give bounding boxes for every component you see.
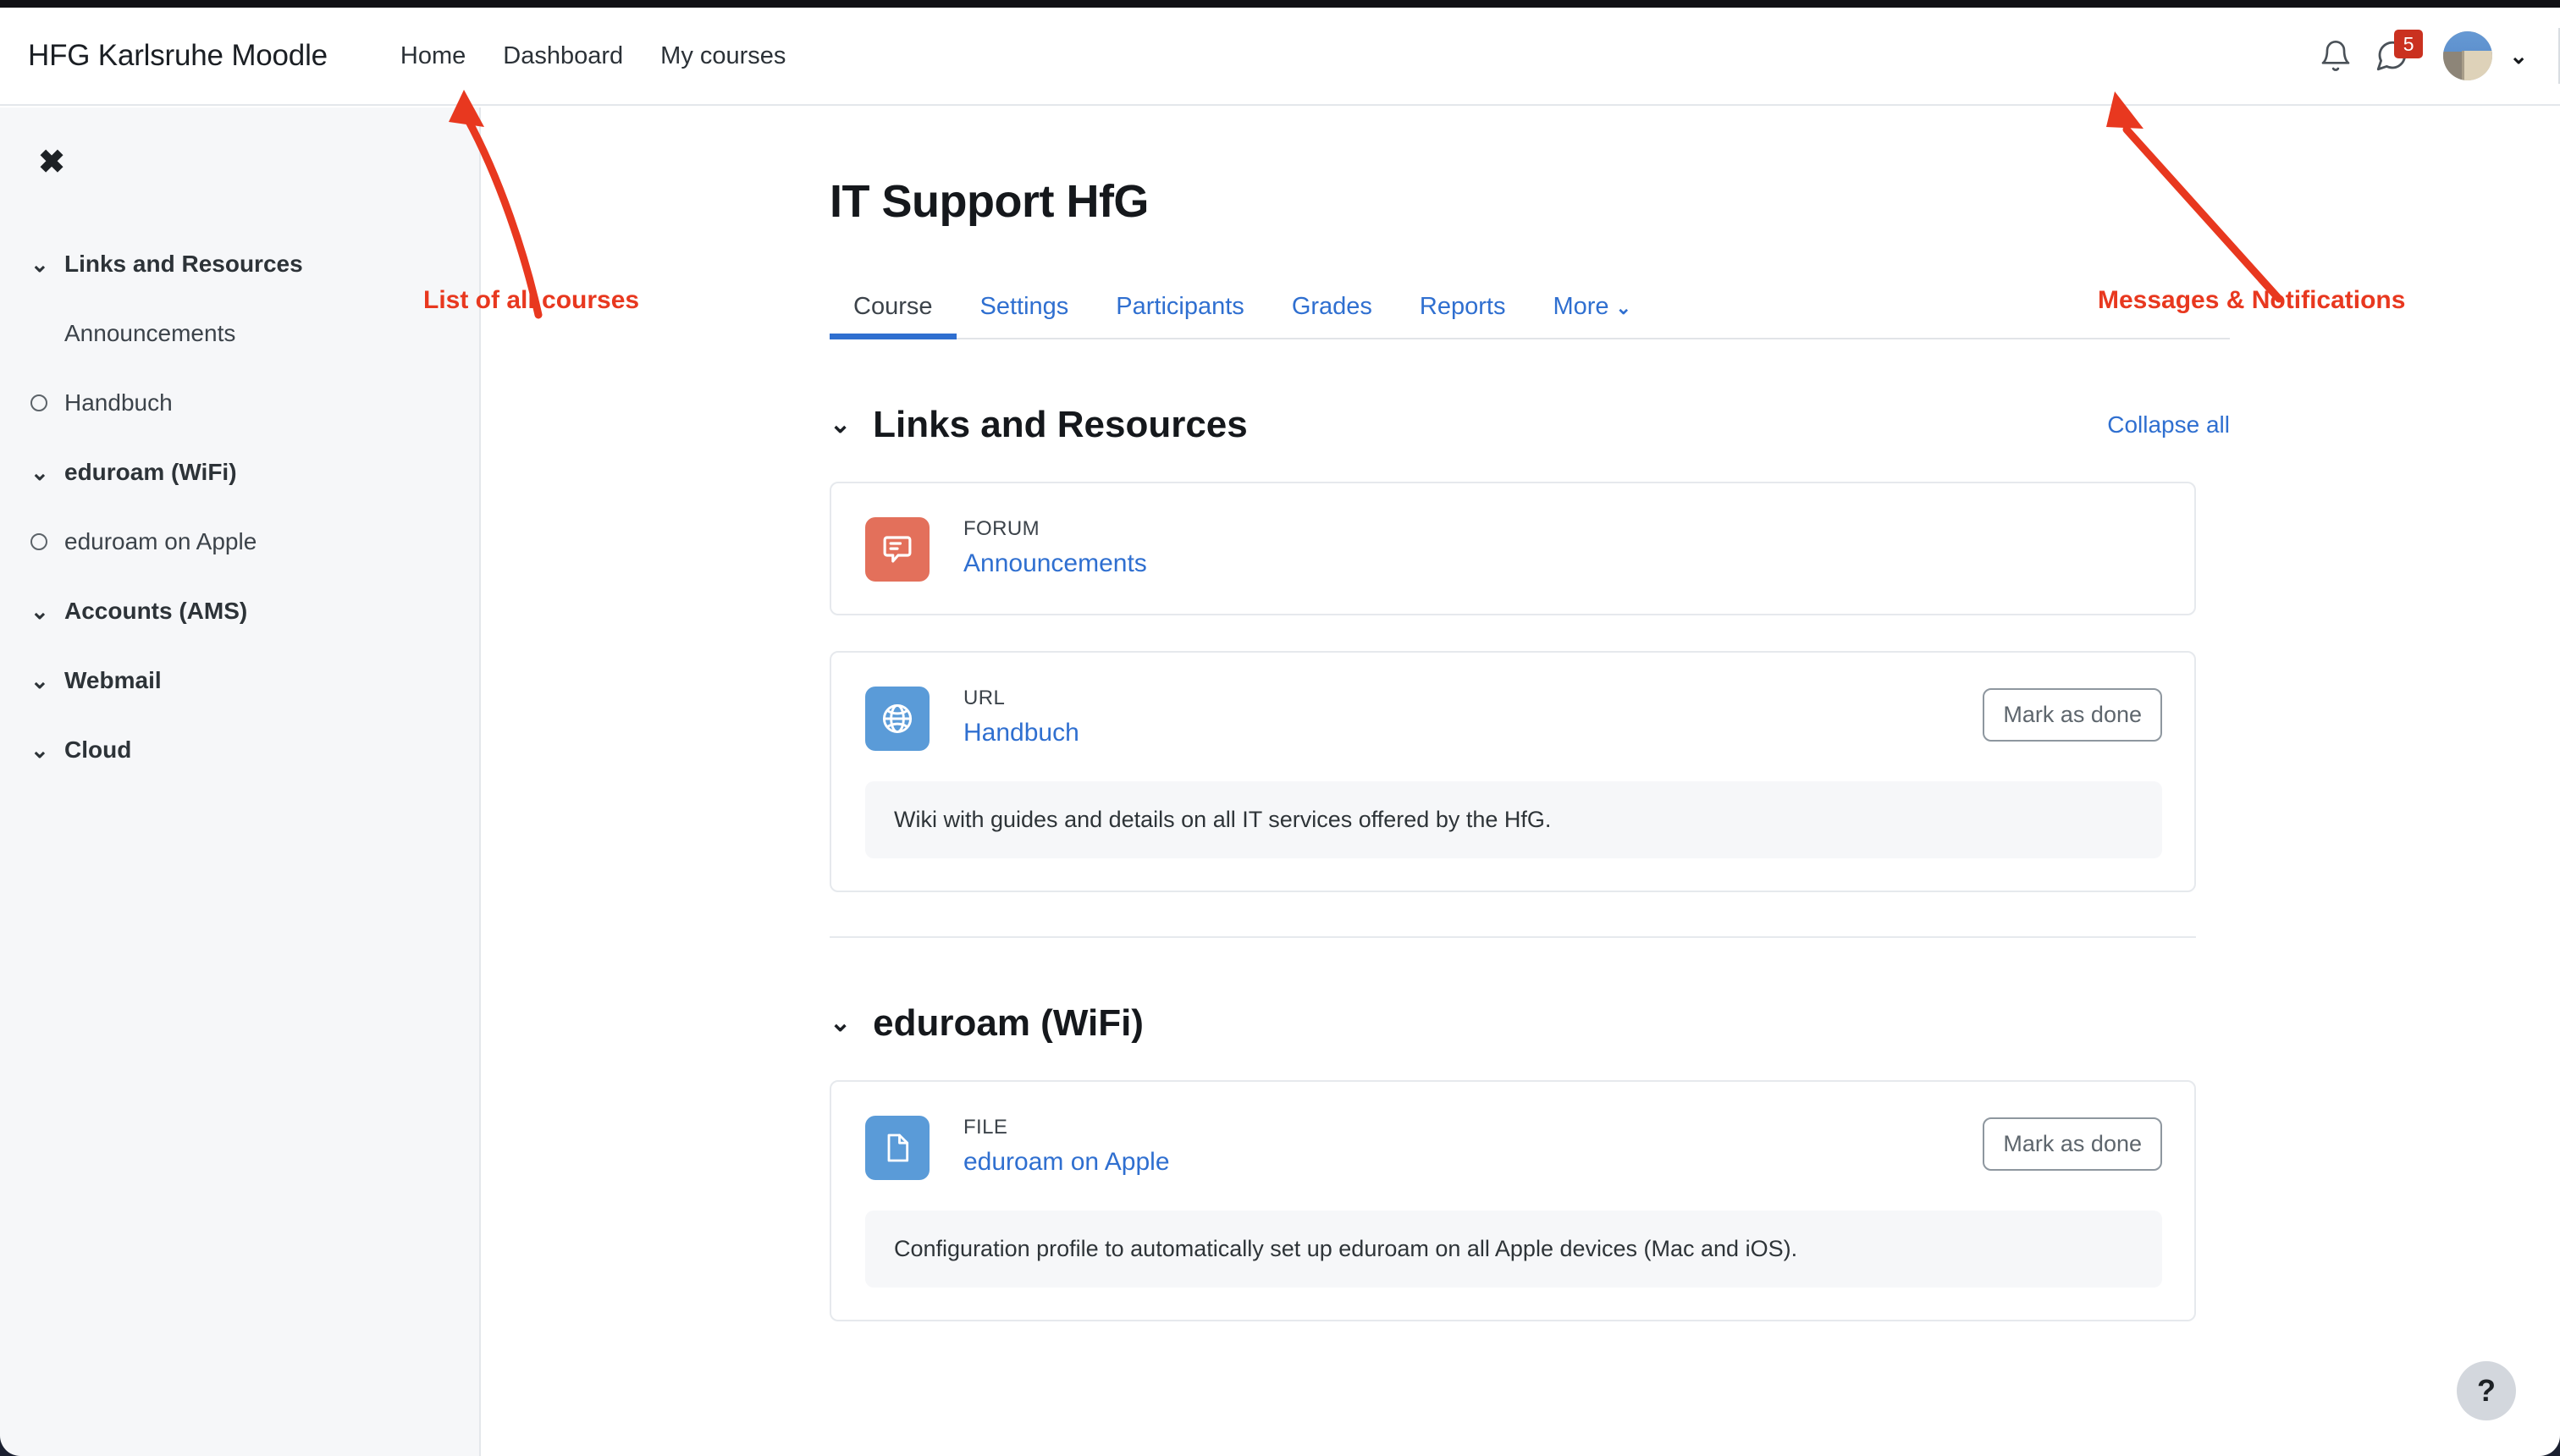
course-index-label: Handbuch	[64, 389, 173, 416]
chevron-down-icon: ⌄	[30, 737, 49, 763]
section-header: ⌄ eduroam (WiFi)	[830, 1002, 2230, 1045]
site-brand[interactable]: HFG Karlsruhe Moodle	[28, 39, 328, 73]
course-index-list: ⌄ Links and Resources Announcements Hand…	[0, 229, 479, 785]
activity-type-label: FORUM	[963, 517, 1040, 540]
chevron-down-icon[interactable]: ⌄	[830, 1011, 851, 1036]
activity-description-eduroam-on-apple: Configuration profile to automatically s…	[865, 1211, 2162, 1288]
course-index-item-eduroam-on-apple[interactable]: eduroam on Apple	[0, 507, 479, 576]
section-header: ⌄ Links and Resources Collapse all	[830, 404, 2230, 446]
section-title: Links and Resources	[873, 404, 1248, 445]
chevron-down-icon: ⌄	[30, 598, 49, 624]
chevron-down-icon: ⌄	[2509, 42, 2528, 69]
chevron-down-icon: ⌄	[30, 460, 49, 485]
file-icon	[865, 1116, 930, 1180]
tab-settings[interactable]: Settings	[957, 293, 1093, 338]
tab-course[interactable]: Course	[830, 293, 957, 339]
nav-link-my-courses[interactable]: My courses	[642, 34, 804, 79]
course-index-label: eduroam (WiFi)	[64, 459, 237, 485]
activity-description-handbuch: Wiki with guides and details on all IT s…	[865, 781, 2162, 858]
mark-as-done-button-eduroam-on-apple[interactable]: Mark as done	[1983, 1117, 2162, 1171]
globe-icon	[865, 687, 930, 751]
activity-card-handbuch[interactable]: URL Handbuch Mark as done Wiki with guid…	[830, 651, 2196, 892]
activity-link-handbuch[interactable]: Handbuch	[963, 719, 1079, 747]
activity-type-label: FILE	[963, 1116, 1008, 1139]
chevron-down-icon: ⌄	[1615, 297, 1631, 318]
course-section-eduroam-wifi: ⌄ eduroam (WiFi) FILE eduroam on Apple M…	[830, 1002, 2255, 1321]
page-title: IT Support HfG	[830, 176, 1149, 227]
mark-as-done-button-handbuch[interactable]: Mark as done	[1983, 688, 2162, 742]
course-index-label: Cloud	[64, 736, 132, 763]
close-drawer-button[interactable]: ✖	[30, 141, 73, 184]
nav-link-dashboard[interactable]: Dashboard	[484, 34, 642, 79]
tab-participants[interactable]: Participants	[1092, 293, 1268, 338]
bell-icon	[2321, 41, 2350, 71]
course-index-label: Links and Resources	[64, 251, 303, 277]
course-index-label: Webmail	[64, 667, 162, 693]
chevron-down-icon: ⌄	[30, 251, 49, 277]
header-actions: 5 ⌄	[2308, 8, 2560, 104]
activity-card-announcements[interactable]: FORUM Announcements	[830, 482, 2196, 615]
course-index-section-webmail[interactable]: ⌄ Webmail	[0, 646, 479, 715]
chevron-down-icon: ⌄	[30, 668, 49, 693]
activity-link-eduroam-on-apple[interactable]: eduroam on Apple	[963, 1148, 1170, 1177]
browser-chrome-edge	[0, 0, 2560, 8]
course-index-label: eduroam on Apple	[64, 528, 257, 554]
activity-link-announcements[interactable]: Announcements	[963, 549, 1147, 578]
messages-badge: 5	[2394, 30, 2424, 58]
course-index-item-announcements[interactable]: Announcements	[0, 299, 479, 368]
course-section-links-and-resources: ⌄ Links and Resources Collapse all FORUM…	[830, 404, 2255, 892]
completion-circle-icon[interactable]	[30, 533, 64, 550]
user-menu[interactable]: ⌄	[2443, 31, 2528, 80]
collapse-all-link[interactable]: Collapse all	[2107, 411, 2230, 438]
forum-icon	[865, 517, 930, 582]
course-tabs: Course Settings Participants Grades Repo…	[830, 275, 2230, 339]
activity-type-label: URL	[963, 687, 1006, 709]
primary-navigation: Home Dashboard My courses	[382, 34, 805, 79]
moodle-course-page: HFG Karlsruhe Moodle Home Dashboard My c…	[0, 0, 2560, 1456]
section-title: eduroam (WiFi)	[873, 1002, 1144, 1044]
tab-more-label: More	[1553, 293, 1609, 320]
course-index-label: Accounts (AMS)	[64, 598, 248, 624]
course-index-section-accounts-ams[interactable]: ⌄ Accounts (AMS)	[0, 576, 479, 646]
tab-grades[interactable]: Grades	[1268, 293, 1396, 338]
messages-button[interactable]: 5	[2364, 28, 2424, 84]
course-index-section-links-and-resources[interactable]: ⌄ Links and Resources	[0, 229, 479, 299]
avatar	[2443, 31, 2493, 80]
site-header: HFG Karlsruhe Moodle Home Dashboard My c…	[0, 8, 2560, 106]
tab-more[interactable]: More ⌄	[1529, 293, 1655, 338]
course-index-item-handbuch[interactable]: Handbuch	[0, 368, 479, 438]
chevron-down-icon[interactable]: ⌄	[830, 412, 851, 438]
completion-circle-icon[interactable]	[30, 394, 64, 411]
notifications-button[interactable]	[2308, 28, 2364, 84]
tab-reports[interactable]: Reports	[1396, 293, 1530, 338]
help-button[interactable]: ?	[2457, 1361, 2516, 1420]
main-content: IT Support HfG Course Settings Participa…	[483, 108, 2560, 1456]
course-index-label: Announcements	[64, 320, 236, 346]
section-divider	[830, 936, 2196, 938]
course-index-section-eduroam-wifi[interactable]: ⌄ eduroam (WiFi)	[0, 438, 479, 507]
course-index-section-cloud[interactable]: ⌄ Cloud	[0, 715, 479, 785]
activity-card-eduroam-on-apple[interactable]: FILE eduroam on Apple Mark as done Confi…	[830, 1080, 2196, 1321]
course-index-drawer: ✖ ⌄ Links and Resources Announcements Ha…	[0, 108, 481, 1456]
nav-link-home[interactable]: Home	[382, 34, 484, 79]
